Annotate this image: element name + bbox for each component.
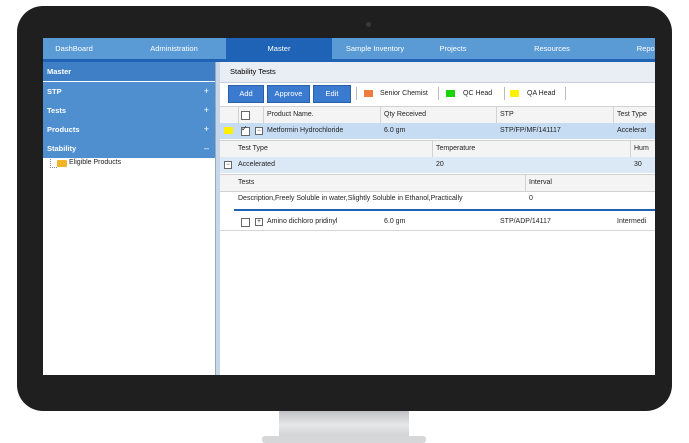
grid-header: Product Name. Qty Received STP Test Type — [220, 106, 655, 124]
stp-code: STP/ADP/14117 — [500, 218, 551, 225]
column-divider — [432, 141, 433, 157]
toolbar-divider — [356, 87, 357, 100]
status-marker — [224, 127, 233, 134]
sidebar-title-label: Master — [47, 67, 72, 76]
product-name: Metformin Hydrochloride — [267, 127, 344, 134]
toolbar-divider — [438, 87, 439, 100]
main-panel: Stability Tests Add Approve Edit Senior … — [220, 62, 655, 375]
column-divider — [380, 107, 381, 123]
sidebar-item-label: Products — [47, 125, 80, 134]
panel-title: Stability Tests — [220, 62, 655, 83]
sidebar-title: Master — [43, 62, 215, 81]
column-divider — [613, 107, 614, 123]
product-name: Amino dichloro pridinyl — [267, 218, 338, 225]
tab-administration[interactable]: Administration — [128, 38, 220, 59]
subgrid-row[interactable]: − Accelerated 20 30 — [220, 157, 655, 173]
sub-temperature: 20 — [436, 161, 444, 168]
tab-master[interactable]: Master — [226, 38, 332, 59]
folder-icon — [57, 160, 67, 167]
qa-head-label: QA Head — [527, 90, 556, 97]
subgrid-header: Test Type Temperature Hum — [220, 140, 655, 158]
panel-title-text: Stability Tests — [230, 67, 276, 76]
col-interval[interactable]: Interval — [529, 175, 552, 191]
qty-received: 6.0 gm — [384, 218, 406, 225]
row-checkbox[interactable] — [241, 218, 250, 227]
detail-bottom-rule — [234, 209, 655, 211]
test-interval: 0 — [529, 195, 533, 202]
senior-chemist-swatch — [364, 90, 373, 97]
edit-button[interactable]: Edit — [313, 85, 351, 103]
tree-connector — [50, 159, 57, 168]
sidebar-item-stp[interactable]: STP + — [43, 82, 215, 101]
sidebar-item-tests[interactable]: Tests + — [43, 101, 215, 120]
col-humidity[interactable]: Hum — [634, 141, 649, 157]
monitor-base — [262, 436, 426, 443]
col-qty-received[interactable]: Qty Received — [384, 107, 426, 123]
column-divider — [496, 107, 497, 123]
col-product-name[interactable]: Product Name. — [267, 107, 314, 123]
tests-header: Tests Interval — [220, 174, 655, 192]
tab-dashboard[interactable]: DashBoard — [43, 38, 105, 59]
camera-dot — [366, 22, 371, 27]
select-all-checkbox[interactable] — [241, 111, 250, 120]
sub-humidity: 30 — [634, 161, 642, 168]
qa-head-swatch — [510, 90, 519, 97]
expand-icon[interactable]: + — [204, 101, 209, 120]
test-type: Accelerat — [617, 127, 647, 134]
column-divider — [238, 107, 239, 123]
table-row[interactable]: ✓ − Metformin Hydrochloride 6.0 gm STP/F… — [220, 123, 655, 139]
app-screen: DashBoard Administration Master Sample I… — [43, 38, 655, 375]
column-divider — [263, 107, 264, 123]
stp-code: STP/FP/MF/141117 — [500, 127, 561, 134]
approve-button[interactable]: Approve — [267, 85, 310, 103]
sidebar-item-stability[interactable]: Stability – — [43, 139, 215, 158]
tab-sample-inventory[interactable]: Sample Inventory — [335, 38, 415, 59]
senior-chemist-label: Senior Chemist — [380, 90, 428, 97]
sidebar-item-label: Stability — [47, 144, 77, 153]
col-tests[interactable]: Tests — [238, 175, 254, 191]
sidebar-item-label: Tests — [47, 106, 67, 115]
collapse-row-icon[interactable]: − — [255, 127, 263, 135]
qc-head-label: QC Head — [463, 90, 493, 97]
test-description: Description,Freely Soluble in water,Slig… — [238, 195, 463, 202]
check-icon: ✓ — [241, 124, 248, 133]
tab-projects[interactable]: Projects — [423, 38, 483, 59]
expand-icon[interactable]: + — [204, 82, 209, 101]
expand-row-icon[interactable]: + — [255, 218, 263, 226]
sub-test-type: Accelerated — [238, 161, 275, 168]
tests-row[interactable]: Description,Freely Soluble in water,Slig… — [220, 191, 655, 210]
tab-resources[interactable]: Resources — [521, 38, 583, 59]
col-test-type[interactable]: Test Type — [617, 107, 647, 123]
test-type: Intermedi — [617, 218, 647, 225]
col-stp[interactable]: STP — [500, 107, 514, 123]
tab-report[interactable]: Report — [623, 38, 655, 59]
column-divider — [525, 175, 526, 191]
sidebar-item-products[interactable]: Products + — [43, 120, 215, 139]
col-sub-test-type[interactable]: Test Type — [238, 141, 268, 157]
top-nav: DashBoard Administration Master Sample I… — [43, 38, 655, 59]
collapse-row-icon[interactable]: − — [224, 161, 232, 169]
collapse-icon[interactable]: – — [204, 139, 209, 158]
qc-head-swatch — [446, 90, 455, 97]
sidebar: Master STP + Tests + Products + Stabilit… — [43, 62, 215, 375]
toolbar-divider — [504, 87, 505, 100]
col-temperature[interactable]: Temperature — [436, 141, 475, 157]
add-button[interactable]: Add — [228, 85, 264, 103]
toolbar-divider — [565, 87, 566, 100]
qty-received: 6.0 gm — [384, 127, 406, 134]
column-divider — [630, 141, 631, 157]
expand-icon[interactable]: + — [204, 120, 209, 139]
sidebar-item-label: STP — [47, 87, 62, 96]
table-row[interactable]: + Amino dichloro pridinyl 6.0 gm STP/ADP… — [220, 214, 655, 231]
sidebar-child-eligible-products[interactable]: Eligible Products — [69, 159, 121, 166]
